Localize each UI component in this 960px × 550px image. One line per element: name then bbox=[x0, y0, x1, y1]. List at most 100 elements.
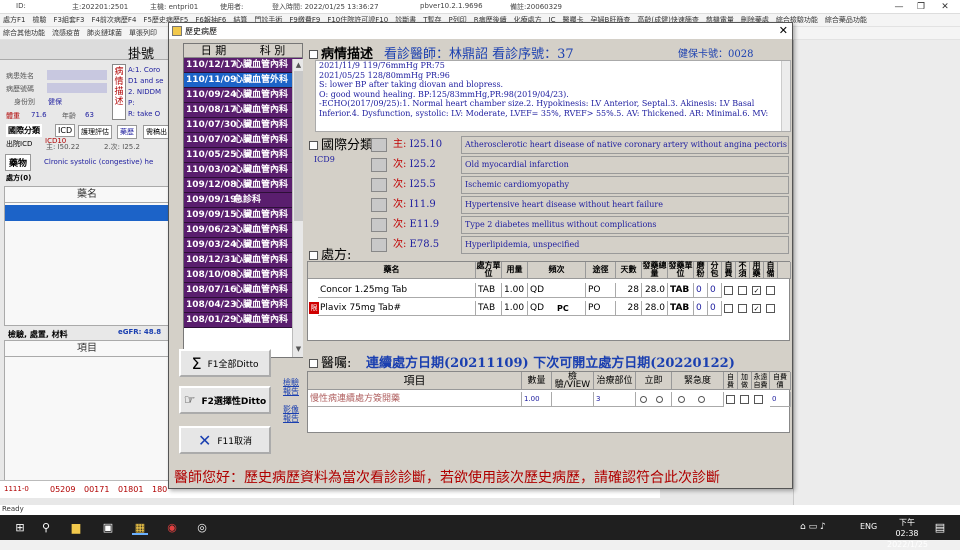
diagnosis-slot[interactable] bbox=[371, 198, 387, 212]
rx-cell[interactable]: Concor 1.25mg Tab bbox=[318, 283, 476, 298]
diagnosis-description[interactable]: Old myocardial infarction bbox=[461, 156, 789, 174]
intl-class-tab[interactable]: 國際分類 bbox=[6, 124, 42, 137]
app-close-icon[interactable]: ✕ bbox=[934, 0, 956, 14]
scroll-thumb[interactable] bbox=[294, 71, 303, 221]
rx-cell[interactable]: 0 bbox=[694, 283, 708, 298]
visit-row[interactable]: 109/09/19 急診科 bbox=[184, 193, 302, 208]
menu-item[interactable]: 檢驗 bbox=[32, 15, 46, 25]
visit-row[interactable]: 110/07/02 心臟血管內科 bbox=[184, 133, 302, 148]
rx-option-checkbox[interactable] bbox=[738, 286, 747, 295]
order-radio[interactable] bbox=[640, 396, 647, 403]
bg-rx-selected-row[interactable] bbox=[5, 205, 169, 221]
visit-row[interactable]: 110/08/17 心臟血管內科 bbox=[184, 103, 302, 118]
visit-row[interactable]: 110/03/02 心臟血管內科 bbox=[184, 163, 302, 178]
rx-option-checkbox[interactable] bbox=[724, 286, 733, 295]
chrome-icon[interactable]: ◎ bbox=[194, 520, 210, 535]
minimize-icon[interactable]: — bbox=[888, 0, 910, 14]
media-app-icon[interactable]: ◉ bbox=[164, 520, 180, 535]
ditto-all-button[interactable]: Σ F1全部Ditto bbox=[179, 349, 271, 377]
diagnosis-description[interactable]: Type 2 diabetes mellitus without complic… bbox=[461, 216, 789, 234]
notification-icon[interactable]: ▤ bbox=[932, 520, 948, 535]
menu-item[interactable]: 單張列印 bbox=[129, 28, 157, 38]
rx-cell[interactable]: 1.00 bbox=[502, 283, 528, 298]
rx-cell[interactable]: TAB bbox=[476, 301, 502, 316]
rx-cell[interactable]: TAB bbox=[668, 301, 694, 316]
image-report-link[interactable]: 影像報告 bbox=[283, 405, 303, 423]
scroll-up-icon[interactable]: ▲ bbox=[294, 61, 303, 70]
rx-alert-icon[interactable]: 限 bbox=[309, 302, 319, 314]
visit-row[interactable]: 110/07/30 心臟血管內科 bbox=[184, 118, 302, 133]
order-cell[interactable]: 1.00 bbox=[522, 392, 552, 407]
tray-icons[interactable]: ⌂ ▭ ♪ bbox=[800, 522, 826, 532]
register-tab[interactable]: 掛號 bbox=[128, 43, 154, 62]
visit-row[interactable]: 108/10/08 心臟血管內科 bbox=[184, 268, 302, 283]
diagnosis-description[interactable]: Ischemic cardiomyopathy bbox=[461, 176, 789, 194]
terminal-icon[interactable]: ▣ bbox=[100, 520, 116, 535]
menu-item[interactable]: 肺炎鏈球菌 bbox=[87, 28, 122, 38]
diagnosis-slot[interactable] bbox=[371, 138, 387, 152]
visit-row[interactable]: 108/07/16 心臟血管內科 bbox=[184, 283, 302, 298]
rx-option-checkbox[interactable] bbox=[724, 304, 733, 313]
list-scrollbar[interactable]: ▲ ▼ bbox=[292, 59, 303, 357]
diagnosis-slot[interactable] bbox=[371, 218, 387, 232]
visit-row[interactable]: 110/12/17 心臟血管內科 bbox=[184, 58, 302, 73]
scroll-down-icon[interactable]: ▼ bbox=[294, 345, 303, 354]
diagnosis-description[interactable]: Hyperlipidemia, unspecified bbox=[461, 236, 789, 254]
menu-item[interactable]: 綜合藥品功能 bbox=[825, 15, 867, 25]
diagnosis-slot[interactable] bbox=[371, 238, 387, 252]
rx-option-checkbox[interactable]: ✓ bbox=[752, 286, 761, 295]
order-cell[interactable]: 0 bbox=[770, 392, 791, 407]
rx-cell[interactable]: QD bbox=[528, 283, 586, 298]
visit-row[interactable]: 108/01/29 心臟血管內科 bbox=[184, 313, 302, 328]
rx-cell[interactable]: TAB bbox=[476, 283, 502, 298]
order-cell[interactable]: 3 bbox=[594, 392, 636, 407]
order-cell[interactable]: 慢性病連續處方簽開藥 bbox=[308, 392, 522, 407]
rx-cell[interactable]: 0 bbox=[708, 283, 722, 298]
orders-checkbox[interactable] bbox=[309, 359, 318, 368]
rx-cell[interactable]: 0 bbox=[708, 301, 722, 316]
rx-option-checkbox[interactable] bbox=[738, 304, 747, 313]
order-option-checkbox[interactable] bbox=[754, 395, 763, 404]
bottom-code[interactable]: 00171 bbox=[84, 485, 109, 494]
search-icon[interactable]: ⚲ bbox=[38, 520, 54, 535]
visit-row[interactable]: 109/06/23 心臟血管內科 bbox=[184, 223, 302, 238]
menu-item[interactable]: F4前次病歷F4 bbox=[91, 15, 136, 25]
condition-checkbox[interactable] bbox=[309, 50, 318, 59]
bottom-code[interactable]: 180 bbox=[152, 485, 167, 494]
rx-option-checkbox[interactable]: ✓ bbox=[752, 304, 761, 313]
condition-tab[interactable]: 病情描述 bbox=[112, 64, 126, 120]
visit-row[interactable]: 108/04/23 心臟血管內科 bbox=[184, 298, 302, 313]
rx-checkbox[interactable] bbox=[309, 251, 318, 260]
rx-cell[interactable]: TAB bbox=[668, 283, 694, 298]
patient-name-field[interactable] bbox=[47, 70, 107, 80]
visit-row[interactable]: 108/12/31 心臟血管內科 bbox=[184, 253, 302, 268]
clock[interactable]: 下午 02:38 2022/1/25 bbox=[887, 517, 928, 550]
menu-item[interactable]: 處方F1 bbox=[3, 15, 25, 25]
chart-no-field[interactable] bbox=[47, 83, 107, 93]
ditto-select-button[interactable]: ☞ F2選擇性Ditto bbox=[179, 386, 271, 414]
rx-option-checkbox[interactable] bbox=[766, 304, 775, 313]
diagnosis-description[interactable]: Atherosclerotic heart disease of native … bbox=[461, 136, 789, 154]
drug-tab[interactable]: 藥物 bbox=[5, 154, 32, 171]
rx-cell[interactable]: 28 bbox=[616, 301, 642, 316]
order-cell[interactable] bbox=[552, 392, 594, 407]
dialog-close-icon[interactable]: ✕ bbox=[779, 24, 788, 37]
order-option-checkbox[interactable] bbox=[740, 395, 749, 404]
restore-icon[interactable]: ❐ bbox=[910, 0, 932, 14]
visit-row[interactable]: 110/05/25 心臟血管內科 bbox=[184, 148, 302, 163]
windows-start-icon[interactable]: ⊞ bbox=[12, 520, 28, 535]
visit-row[interactable]: 110/09/24 心臟血管內科 bbox=[184, 88, 302, 103]
order-radio[interactable] bbox=[656, 396, 663, 403]
file-explorer-icon[interactable]: ▆ bbox=[68, 520, 84, 535]
diagnosis-description[interactable]: Hypertensive heart disease without heart… bbox=[461, 196, 789, 214]
rx-option-checkbox[interactable] bbox=[766, 286, 775, 295]
language-indicator[interactable]: ENG bbox=[860, 522, 877, 531]
icd-tab[interactable]: ICD bbox=[55, 124, 76, 137]
visit-row[interactable]: 109/09/15 心臟血管內科 bbox=[184, 208, 302, 223]
lab-report-link[interactable]: 檢驗報告 bbox=[283, 378, 303, 396]
rx-cell[interactable]: 28.0 bbox=[642, 283, 668, 298]
cancel-button[interactable]: ✕ F11取消 bbox=[179, 426, 271, 454]
bottom-code[interactable]: 01801 bbox=[118, 485, 143, 494]
rx-cell[interactable]: Plavix 75mg Tab# bbox=[318, 301, 476, 316]
drug-history-tab[interactable]: 藥歷 bbox=[117, 125, 137, 139]
